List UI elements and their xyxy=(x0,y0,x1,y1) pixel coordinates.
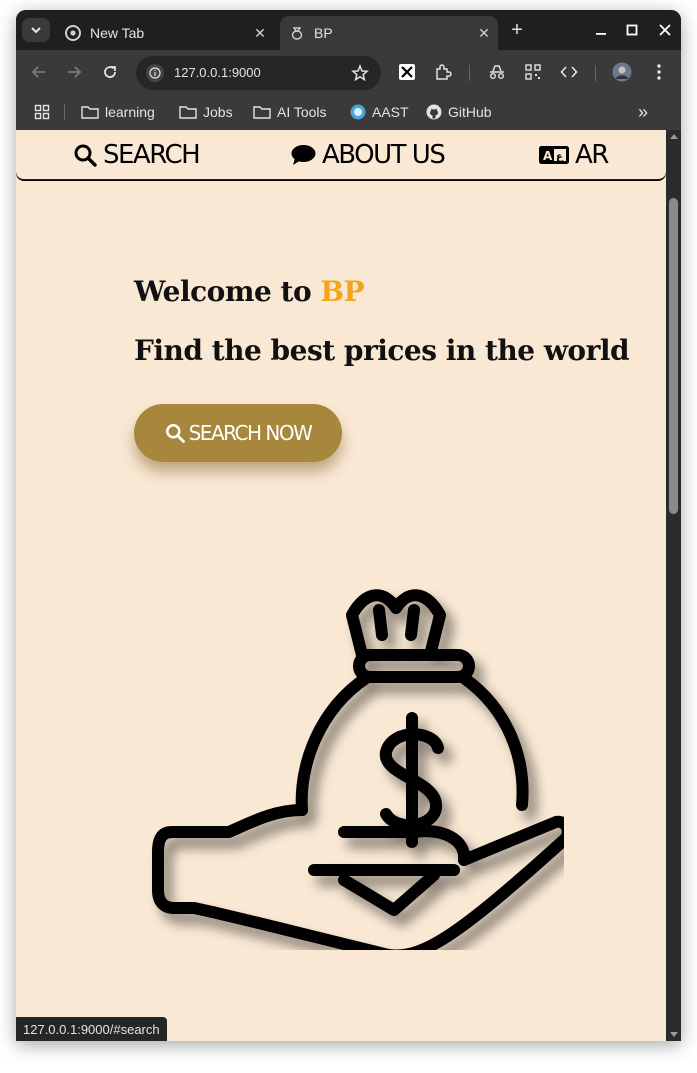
forward-arrow-icon[interactable] xyxy=(63,61,85,83)
bookmark-learning[interactable]: learning xyxy=(81,101,155,123)
nav-about-us[interactable]: ABOUT US xyxy=(291,138,446,172)
extensions-puzzle-icon[interactable] xyxy=(432,61,454,83)
scroll-down-arrow-icon[interactable] xyxy=(670,1032,678,1037)
bookmark-ai-tools[interactable]: AI Tools xyxy=(253,101,327,123)
tab-new-tab[interactable]: New Tab ✕ xyxy=(56,16,274,50)
bookmark-jobs[interactable]: Jobs xyxy=(179,101,233,123)
bookmarks-divider xyxy=(64,104,65,120)
toolbar-divider xyxy=(595,65,596,81)
minimize-icon[interactable] xyxy=(591,20,611,40)
bookmark-label: GitHub xyxy=(448,104,492,120)
page-scrollbar[interactable] xyxy=(666,130,681,1041)
nav-language-ar[interactable]: Aع AR xyxy=(539,138,609,172)
hero-heading: Welcome to BP xyxy=(134,275,365,308)
folder-icon xyxy=(179,105,197,119)
nav-search[interactable]: SEARCH xyxy=(73,138,201,172)
profile-avatar-icon[interactable] xyxy=(611,61,633,83)
brand-name: BP xyxy=(320,275,365,308)
bookmark-aast[interactable]: AAST xyxy=(350,101,409,123)
browser-window: New Tab ✕ BP ✕ + 127.0.0.1:9000 learning… xyxy=(16,10,681,1041)
new-tab-button[interactable]: + xyxy=(506,19,528,41)
qr-code-icon[interactable] xyxy=(522,61,544,83)
folder-icon xyxy=(253,105,271,119)
cta-label: SEARCH NOW xyxy=(188,421,313,445)
address-text: 127.0.0.1:9000 xyxy=(174,65,261,80)
close-window-icon[interactable] xyxy=(655,20,675,40)
extension-logo-icon[interactable] xyxy=(396,61,418,83)
code-brackets-icon[interactable] xyxy=(558,61,580,83)
chrome-icon xyxy=(65,25,81,41)
bookmark-label: Jobs xyxy=(203,104,233,120)
search-now-button[interactable]: SEARCH NOW xyxy=(134,404,342,462)
reload-icon[interactable] xyxy=(99,61,121,83)
apps-grid-icon[interactable] xyxy=(34,101,50,123)
aast-icon xyxy=(350,104,366,120)
nav-label: ABOUT US xyxy=(322,140,446,170)
bookmark-label: learning xyxy=(105,104,155,120)
bookmark-github[interactable]: GitHub xyxy=(426,101,492,123)
search-icon xyxy=(74,144,97,167)
bookmark-label: AAST xyxy=(372,104,409,120)
nav-label: AR xyxy=(575,140,609,170)
tab-title: BP xyxy=(314,25,333,41)
scrollbar-thumb[interactable] xyxy=(669,198,678,514)
site-navbar: SEARCH ABOUT US Aع AR xyxy=(16,130,666,180)
language-icon: Aع xyxy=(539,146,569,164)
browser-toolbar: 127.0.0.1:9000 xyxy=(16,50,681,94)
page-content: SEARCH ABOUT US Aع AR Welcome to BP Find… xyxy=(16,130,666,1041)
site-info-icon[interactable] xyxy=(146,64,164,82)
tab-strip: New Tab ✕ BP ✕ + xyxy=(16,10,681,50)
hero-welcome-text: Welcome to xyxy=(134,275,321,308)
hero-subtitle: Find the best prices in the world xyxy=(134,334,630,367)
bookmarks-overflow-button[interactable]: » xyxy=(638,101,648,123)
speech-bubble-icon xyxy=(291,145,316,165)
bp-favicon-icon xyxy=(289,25,305,41)
folder-icon xyxy=(81,105,99,119)
chevron-down-icon xyxy=(31,26,41,33)
svg-text:ع: ع xyxy=(556,152,564,163)
bookmark-star-icon[interactable] xyxy=(351,63,369,86)
back-arrow-icon[interactable] xyxy=(28,61,50,83)
bookmark-label: AI Tools xyxy=(277,104,327,120)
maximize-icon[interactable] xyxy=(622,20,642,40)
nav-label: SEARCH xyxy=(103,140,201,170)
toolbar-divider xyxy=(469,65,470,81)
close-icon[interactable]: ✕ xyxy=(250,25,270,42)
address-bar[interactable]: 127.0.0.1:9000 xyxy=(136,56,381,90)
bookmarks-bar: learning Jobs AI Tools AAST GitHub » xyxy=(16,94,681,130)
incognito-icon[interactable] xyxy=(486,61,508,83)
tab-title: New Tab xyxy=(90,25,145,41)
tab-bp[interactable]: BP ✕ xyxy=(280,16,498,50)
github-icon xyxy=(426,104,442,120)
scroll-up-arrow-icon[interactable] xyxy=(670,134,678,139)
money-bag-hand-illustration xyxy=(152,589,564,950)
tab-search-button[interactable] xyxy=(22,18,50,42)
kebab-menu-icon[interactable] xyxy=(648,61,670,83)
status-url-bubble: 127.0.0.1:9000/#search xyxy=(16,1017,167,1041)
search-icon xyxy=(165,424,185,443)
close-icon[interactable]: ✕ xyxy=(474,25,494,42)
